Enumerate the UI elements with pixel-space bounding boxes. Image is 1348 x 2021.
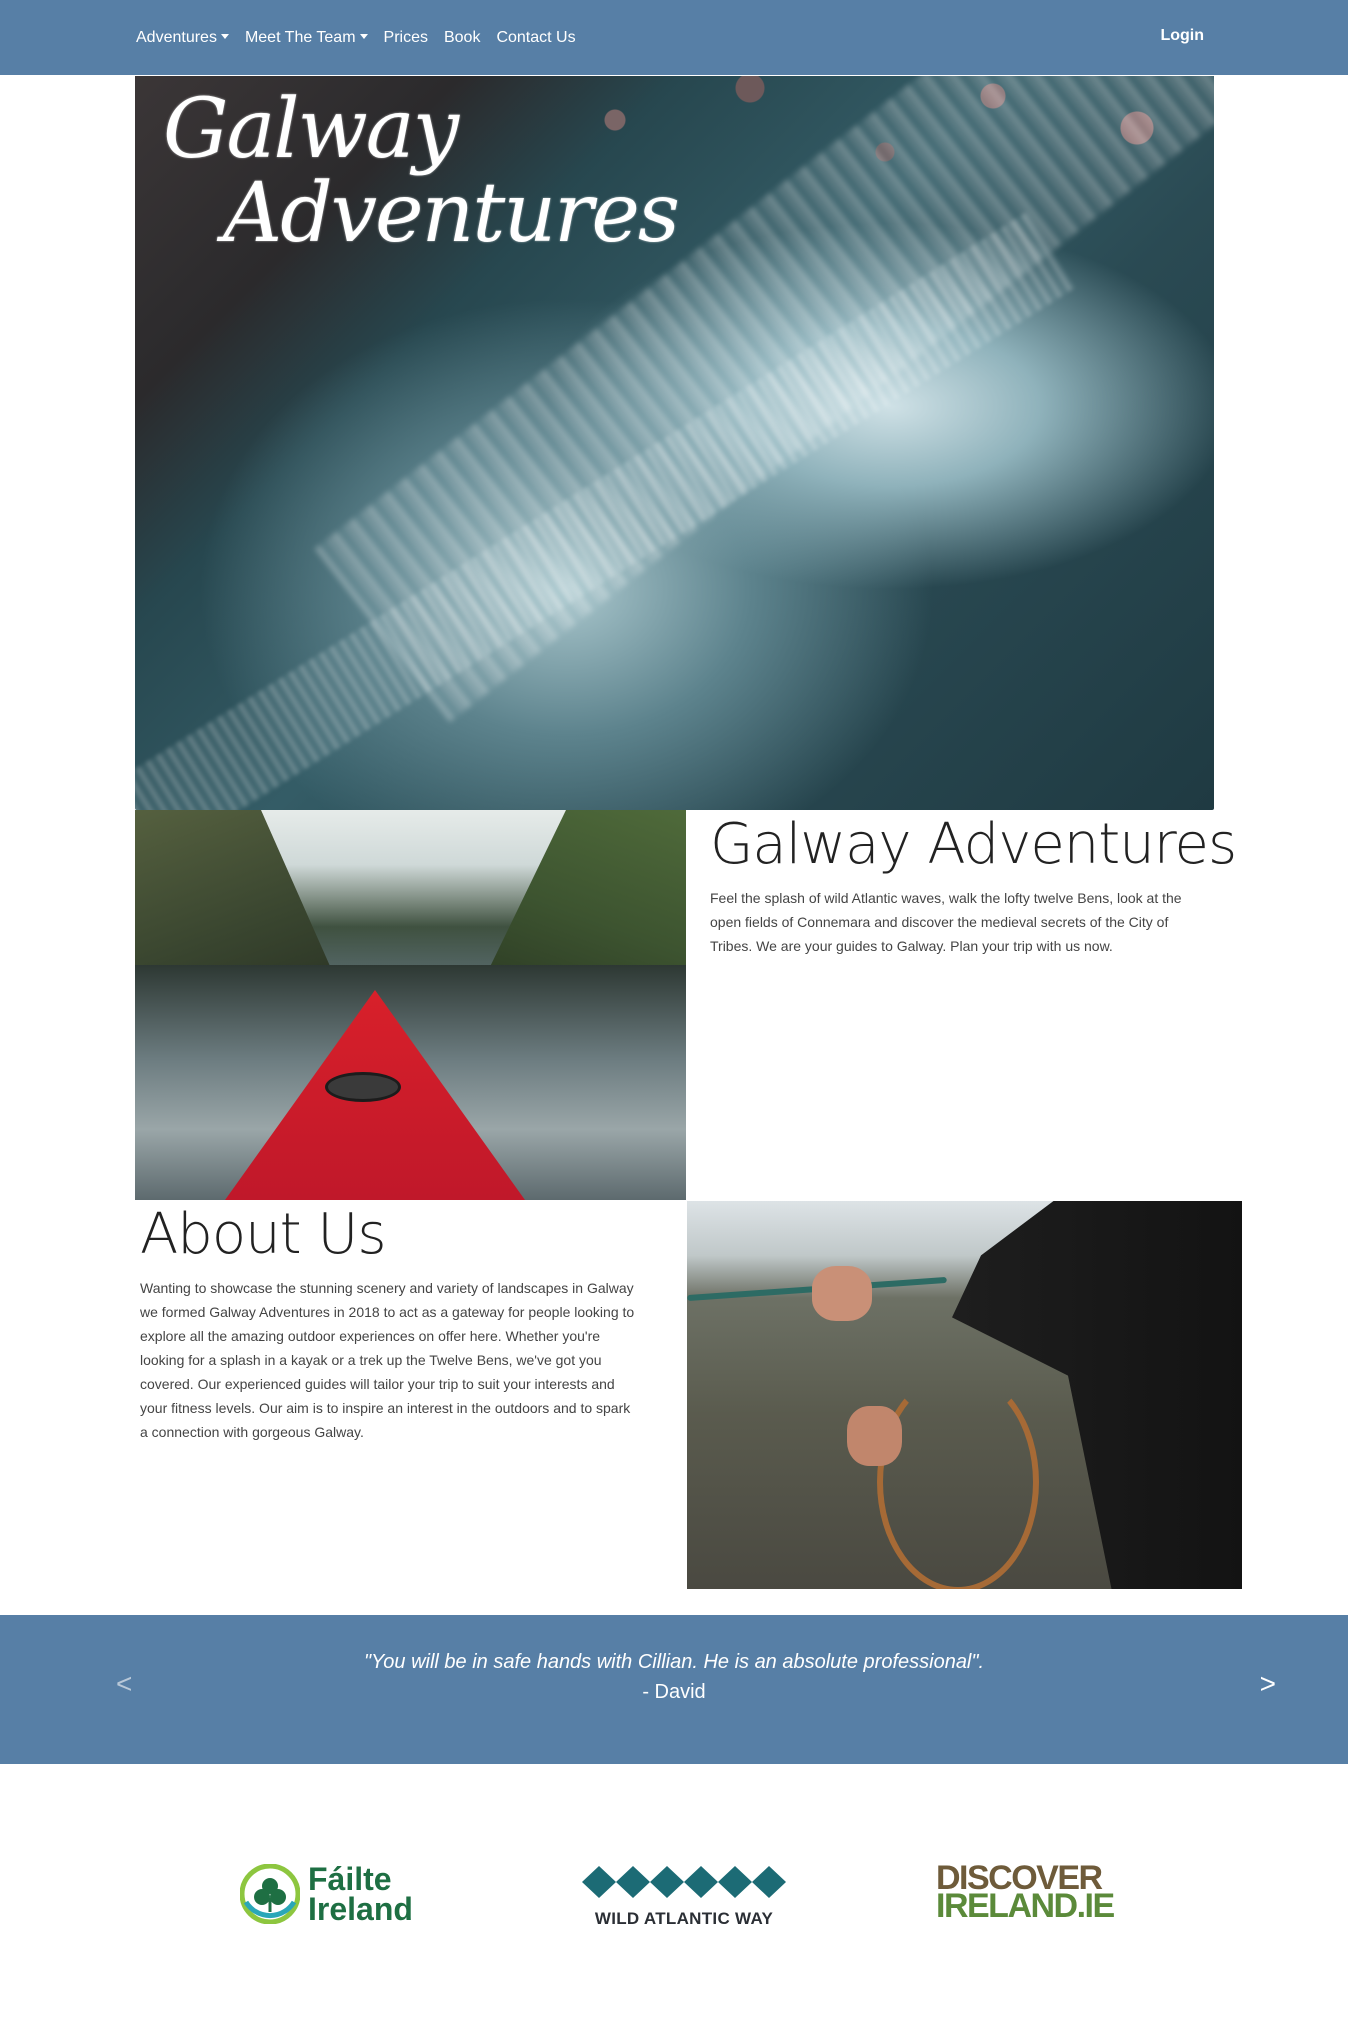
photo-rope-coil — [877, 1371, 1039, 1589]
login-link[interactable]: Login — [1160, 27, 1204, 45]
brand-logo: Galway Adventures — [163, 82, 680, 261]
intro-heading: Galway Adventures — [710, 812, 1237, 877]
discover-line2: IRELAND.IE — [936, 1887, 1115, 1925]
hero-wave-foam-secondary — [135, 211, 1076, 810]
discover-ireland-logo[interactable]: DISCOVER IRELAND.IE — [936, 1861, 1115, 1925]
nav-links: Adventures Meet The Team Prices Book Con… — [136, 0, 592, 75]
nav-meet-the-team-label: Meet The Team — [244, 28, 356, 46]
chevron-down-icon — [359, 34, 368, 39]
nav-adventures-dropdown[interactable]: Adventures — [136, 29, 229, 47]
nav-adventures-label: Adventures — [136, 28, 217, 46]
testimonial-quote: "You will be in safe hands with Cillian.… — [363, 1651, 985, 1673]
wild-atlantic-way-logo[interactable]: WILD ATLANTIC WAY — [582, 1864, 786, 1929]
nav-meet-the-team-dropdown[interactable]: Meet The Team — [245, 29, 368, 47]
photo-cliff-right — [486, 810, 686, 975]
intro-paragraph: Feel the splash of wild Atlantic waves, … — [710, 890, 1182, 954]
about-heading: About Us — [140, 1202, 387, 1267]
wave-zigzag-icon — [582, 1866, 786, 1898]
failte-line1: Fáilte — [308, 1861, 392, 1897]
failte-ireland-wordmark: Fáilte Ireland — [308, 1861, 413, 1927]
brand-logo-line1: Galway — [163, 82, 459, 177]
top-navbar: Adventures Meet The Team Prices Book Con… — [0, 0, 1348, 75]
photo-kayak-hatch — [325, 1072, 401, 1102]
carousel-next-button[interactable]: > — [1260, 1668, 1276, 1700]
about-paragraph: Wanting to showcase the stunning scenery… — [140, 1280, 635, 1440]
hero-image: Galway Adventures — [135, 76, 1214, 810]
shamrock-icon — [239, 1863, 301, 1925]
nav-contact-link[interactable]: Contact Us — [496, 29, 575, 47]
failte-line2: Ireland — [308, 1891, 413, 1927]
wild-atlantic-way-wordmark: WILD ATLANTIC WAY — [594, 1909, 774, 1928]
photo-climber-hand — [812, 1266, 872, 1321]
nav-book-link[interactable]: Book — [444, 29, 480, 47]
testimonial-carousel: < "You will be in safe hands with Cillia… — [0, 1615, 1348, 1764]
partner-logos: Fáilte Ireland WILD ATLANTIC WAY DISCOVE… — [0, 1764, 1348, 2021]
chevron-down-icon — [220, 34, 229, 39]
brand-logo-line2: Adventures — [223, 166, 680, 261]
failte-ireland-logo[interactable]: Fáilte Ireland — [239, 1861, 413, 1927]
nav-prices-link[interactable]: Prices — [384, 29, 428, 47]
photo-climber-hand — [847, 1406, 902, 1466]
kayak-photo — [135, 810, 686, 1200]
testimonial-author: - David — [642, 1681, 706, 1703]
climbing-photo — [687, 1201, 1242, 1589]
